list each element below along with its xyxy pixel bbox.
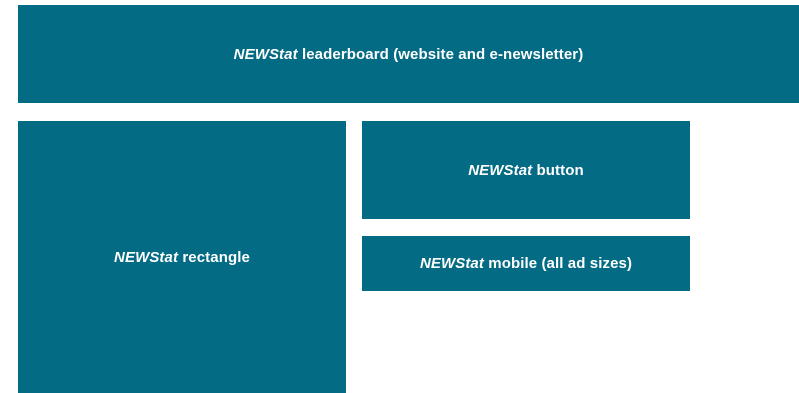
rectangle-label: rectangle xyxy=(178,248,250,266)
button-label: button xyxy=(532,161,584,179)
mobile-ad-slot: NEWStat mobile (all ad sizes) xyxy=(362,236,690,291)
button-ad-text: NEWStat button xyxy=(468,162,584,179)
button-ad-slot: NEWStat button xyxy=(362,121,690,219)
leaderboard-label: leaderboard (website and e-newsletter) xyxy=(297,45,584,63)
mobile-label: mobile (all ad sizes) xyxy=(483,255,633,272)
rectangle-ad-slot: NEWStat rectangle xyxy=(18,121,346,393)
mobile-ad-text: NEWStat mobile (all ad sizes) xyxy=(420,255,632,272)
leaderboard-ad-slot: NEWStat leaderboard (website and e-newsl… xyxy=(18,5,799,103)
leaderboard-ad-text: NEWStat leaderboard (website and e-newsl… xyxy=(234,46,584,63)
rectangle-brand: NEWStat xyxy=(114,248,179,266)
button-brand: NEWStat xyxy=(468,161,533,179)
mobile-brand: NEWStat xyxy=(419,255,484,272)
rectangle-ad-text: NEWStat rectangle xyxy=(114,249,250,266)
leaderboard-brand: NEWStat xyxy=(233,45,298,63)
